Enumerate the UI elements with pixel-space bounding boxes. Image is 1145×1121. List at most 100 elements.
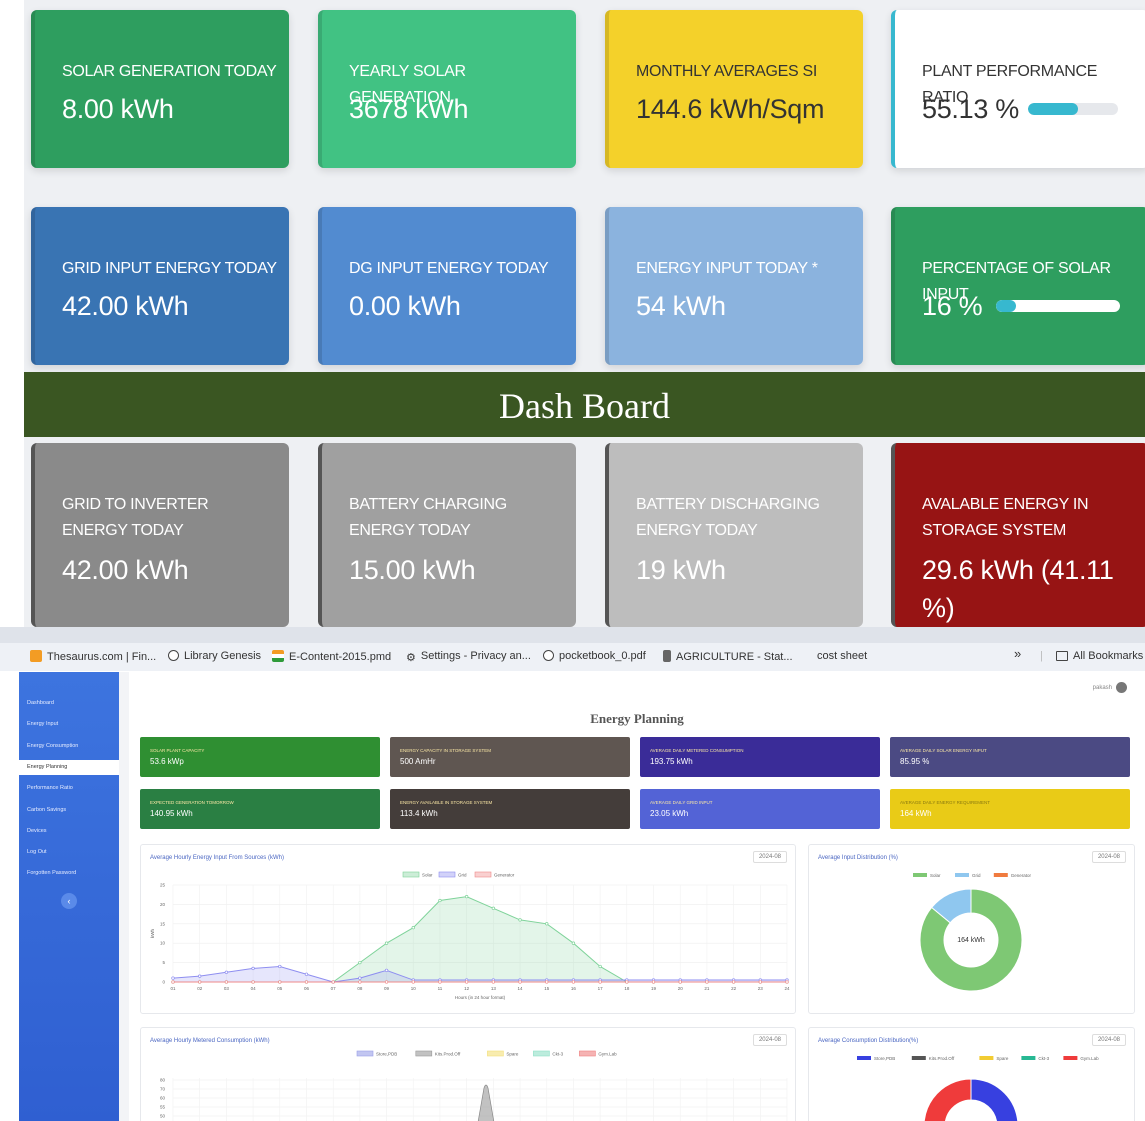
legend-swatch[interactable] bbox=[438, 871, 456, 878]
data-point[interactable] bbox=[545, 922, 549, 926]
data-point[interactable] bbox=[411, 926, 415, 930]
legend-swatch[interactable] bbox=[487, 1050, 504, 1057]
sidebar-item-energy-input[interactable]: Energy Input bbox=[27, 721, 58, 727]
data-point[interactable] bbox=[251, 966, 255, 971]
sidebar-item-carbon-savings[interactable]: Carbon Savings bbox=[27, 807, 66, 813]
legend-swatch[interactable] bbox=[979, 1056, 994, 1060]
month-selector[interactable]: 2024-08 bbox=[1091, 851, 1126, 863]
sidebar-item-log-out[interactable]: Log Out bbox=[27, 849, 47, 855]
data-point[interactable] bbox=[304, 972, 309, 976]
card-value: 55.13 % bbox=[922, 94, 1019, 124]
data-point[interactable] bbox=[465, 980, 469, 984]
data-point[interactable] bbox=[731, 980, 736, 984]
legend-swatch[interactable] bbox=[402, 871, 420, 878]
data-point[interactable] bbox=[678, 980, 682, 984]
card-row2-2: ENERGY INPUT TODAY * 54 kWh bbox=[605, 207, 863, 365]
bookmark-thesaurus[interactable]: Thesaurus.com | Fin... bbox=[30, 650, 156, 663]
thesaurus-icon bbox=[30, 650, 42, 662]
sidebar-item-energy-planning[interactable]: Energy Planning bbox=[19, 760, 119, 775]
data-point[interactable] bbox=[545, 980, 549, 984]
bookmark-settings[interactable]: ⚙ Settings - Privacy an... bbox=[406, 650, 531, 665]
data-point[interactable] bbox=[571, 980, 576, 984]
user-menu[interactable]: pakash bbox=[1093, 682, 1127, 693]
sidebar-collapse-button[interactable]: ‹ bbox=[61, 893, 77, 909]
legend-swatch[interactable] bbox=[533, 1050, 550, 1057]
legend-swatch[interactable] bbox=[356, 1050, 374, 1057]
sidebar-item-devices[interactable]: Devices bbox=[27, 828, 47, 834]
sidebar-item-dashboard[interactable]: Dashboard bbox=[27, 700, 54, 706]
x-tick-label: 02 bbox=[197, 986, 203, 991]
legend-swatch[interactable] bbox=[911, 1056, 926, 1060]
data-point[interactable] bbox=[171, 980, 175, 984]
data-point[interactable] bbox=[598, 980, 602, 984]
data-point[interactable] bbox=[384, 941, 389, 945]
data-point[interactable] bbox=[251, 980, 255, 984]
legend-swatch[interactable] bbox=[579, 1050, 596, 1057]
progress-bar bbox=[996, 300, 1120, 312]
data-point[interactable] bbox=[358, 976, 362, 980]
data-point[interactable] bbox=[571, 941, 576, 945]
data-point[interactable] bbox=[491, 906, 495, 910]
data-point[interactable] bbox=[518, 980, 522, 984]
data-point[interactable] bbox=[518, 918, 522, 922]
data-point[interactable] bbox=[438, 980, 442, 984]
data-point[interactable] bbox=[278, 964, 282, 969]
sidebar-item-energy-consumption[interactable]: Energy Consumption bbox=[27, 743, 78, 749]
data-point[interactable] bbox=[331, 980, 335, 984]
sidebar-item-performance-ratio[interactable]: Performance Ratio bbox=[27, 785, 73, 791]
avatar bbox=[1116, 682, 1127, 693]
month-selector[interactable]: 2024-08 bbox=[752, 851, 787, 863]
data-point[interactable] bbox=[304, 980, 309, 984]
all-bookmarks-button[interactable]: All Bookmarks bbox=[1056, 650, 1143, 662]
data-point[interactable] bbox=[705, 980, 709, 984]
data-point[interactable] bbox=[198, 974, 202, 978]
legend-swatch[interactable] bbox=[993, 873, 1008, 877]
globe-icon bbox=[168, 650, 179, 661]
data-point[interactable] bbox=[651, 980, 656, 984]
metric-card: SOLAR PLANT CAPACITY 53.6 kWp bbox=[140, 737, 380, 777]
bookmark-agriculture[interactable]: AGRICULTURE - Stat... bbox=[663, 650, 793, 663]
legend-swatch[interactable] bbox=[1021, 1056, 1036, 1060]
data-point[interactable] bbox=[358, 980, 362, 984]
data-point[interactable] bbox=[625, 980, 629, 984]
slice-gym-lab[interactable] bbox=[923, 1078, 972, 1121]
data-point[interactable] bbox=[171, 976, 175, 980]
data-point[interactable] bbox=[491, 980, 495, 984]
x-tick-label: 11 bbox=[438, 986, 443, 991]
legend-swatch[interactable] bbox=[1063, 1056, 1078, 1060]
card-row3-2: BATTERY DISCHARGING ENERGY TODAY 19 kWh bbox=[605, 443, 863, 627]
card-row1-3: PLANT PERFORMANCE RATIO 55.13 % bbox=[891, 10, 1145, 168]
data-point[interactable] bbox=[384, 968, 389, 973]
data-point[interactable] bbox=[384, 980, 389, 984]
metric-card: AVERAGE DAILY SOLAR ENERGY INPUT 85.95 % bbox=[890, 737, 1130, 777]
data-point[interactable] bbox=[358, 960, 362, 965]
data-point[interactable] bbox=[224, 980, 229, 984]
data-point[interactable] bbox=[758, 980, 762, 984]
month-selector[interactable]: 2024-08 bbox=[752, 1034, 787, 1046]
more-bookmarks-button[interactable]: » bbox=[1014, 646, 1021, 661]
bookmark-cost-sheet[interactable]: cost sheet bbox=[817, 650, 867, 662]
bookmark-pocketbook[interactable]: pocketbook_0.pdf bbox=[543, 650, 646, 662]
data-point[interactable] bbox=[785, 980, 789, 984]
slice-store-pdb[interactable] bbox=[970, 1078, 1019, 1121]
data-point[interactable] bbox=[411, 980, 415, 984]
legend-swatch[interactable] bbox=[913, 873, 927, 877]
data-point[interactable] bbox=[438, 898, 442, 903]
input-distribution-chart: Solar Grid Generator 164 kWh bbox=[913, 873, 1032, 992]
x-tick-label: 20 bbox=[678, 986, 684, 991]
legend-swatch[interactable] bbox=[474, 871, 492, 878]
emblem-icon bbox=[663, 650, 671, 662]
data-point[interactable] bbox=[198, 980, 202, 984]
bookmark-library-genesis[interactable]: Library Genesis bbox=[168, 650, 261, 662]
card-label: GRID TO INVERTER ENERGY TODAY bbox=[62, 496, 209, 539]
data-point[interactable] bbox=[465, 894, 469, 899]
month-selector[interactable]: 2024-08 bbox=[1091, 1034, 1126, 1046]
data-point[interactable] bbox=[278, 980, 282, 984]
data-point[interactable] bbox=[598, 964, 602, 969]
sidebar-item-forgotten-password[interactable]: Forgotten Password bbox=[27, 870, 76, 876]
legend-swatch[interactable] bbox=[955, 873, 969, 877]
legend-swatch[interactable] bbox=[415, 1050, 433, 1057]
bookmark-e-content[interactable]: E-Content-2015.pmd bbox=[272, 650, 391, 663]
data-point[interactable] bbox=[224, 970, 229, 974]
legend-swatch[interactable] bbox=[857, 1056, 871, 1060]
